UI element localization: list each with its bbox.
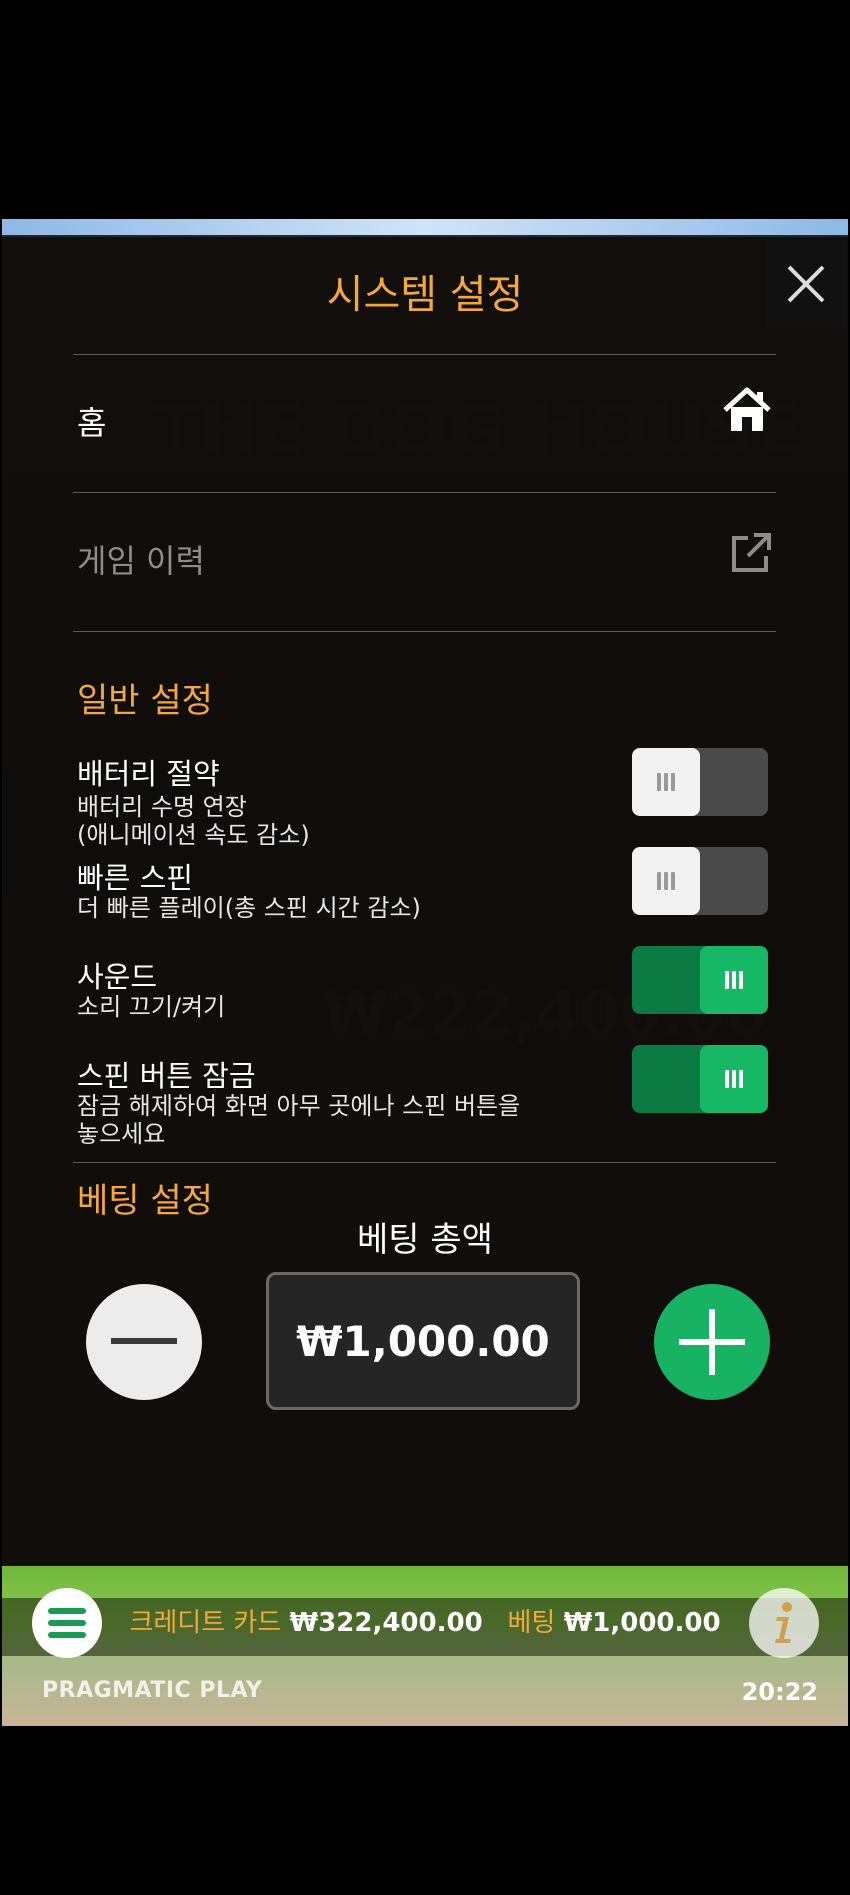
home-button[interactable] (722, 386, 772, 438)
credit-value: ₩322,400.00 (289, 1608, 483, 1638)
decrease-bet-button[interactable] (86, 1284, 202, 1400)
minus-icon (111, 1338, 177, 1344)
divider (73, 1162, 776, 1163)
info-icon (775, 1602, 792, 1643)
close-icon (787, 265, 825, 303)
clock: 20:22 (741, 1678, 818, 1706)
toggle-knob (632, 847, 700, 915)
credit-label: 크레디트 카드 (129, 1608, 282, 1638)
toggle-knob (700, 1045, 768, 1113)
divider (73, 354, 776, 355)
general-settings-title: 일반 설정 (77, 681, 213, 721)
fast-spin-toggle[interactable] (632, 847, 768, 915)
game-history-label[interactable]: 게임 이력 (77, 536, 205, 582)
spin-lock-desc: 잠금 해제하여 화면 아무 곳에나 스핀 버튼을 놓으세요 (77, 1092, 521, 1148)
battery-saver-toggle[interactable] (632, 748, 768, 816)
brand-logo: PRAGMATIC PLAY (42, 1678, 263, 1703)
increase-bet-button[interactable] (654, 1284, 770, 1400)
home-label[interactable]: 홈 (77, 398, 106, 444)
fast-spin-desc: 더 빠른 플레이(총 스핀 시간 감소) (77, 894, 421, 922)
toggle-knob (632, 748, 700, 816)
toggle-knob (700, 946, 768, 1014)
spin-lock-title: 스핀 버튼 잠금 (77, 1059, 256, 1093)
bottom-bar: 크레디트 카드 ₩322,400.00 베팅 ₩1,000.00 PRAGMAT… (2, 1566, 848, 1726)
dialog-title: 시스템 설정 (326, 272, 524, 318)
battery-saver-desc: 배터리 수명 연장 (애니메이션 속도 감소) (77, 793, 310, 849)
total-bet-value: ₩1,000.00 (266, 1272, 580, 1410)
battery-saver-title: 배터리 절약 (77, 757, 220, 791)
bet-value: ₩1,000.00 (563, 1608, 721, 1638)
total-bet-label: 베팅 총액 (357, 1220, 493, 1260)
bet-label: 베팅 (507, 1608, 556, 1638)
close-button[interactable] (765, 240, 847, 328)
fast-spin-title: 빠른 스핀 (77, 861, 193, 895)
sound-desc: 소리 끄기/켜기 (77, 993, 226, 1021)
plus-icon (679, 1309, 745, 1375)
spin-lock-toggle[interactable] (632, 1045, 768, 1113)
sound-toggle[interactable] (632, 946, 768, 1014)
balance-line: 크레디트 카드 ₩322,400.00 베팅 ₩1,000.00 (2, 1602, 848, 1639)
sound-title: 사운드 (77, 960, 158, 994)
info-button[interactable] (749, 1588, 819, 1658)
game-history-button[interactable] (730, 532, 772, 578)
external-link-icon (732, 533, 771, 572)
home-icon (723, 387, 771, 431)
divider (73, 492, 776, 493)
divider (73, 631, 776, 632)
